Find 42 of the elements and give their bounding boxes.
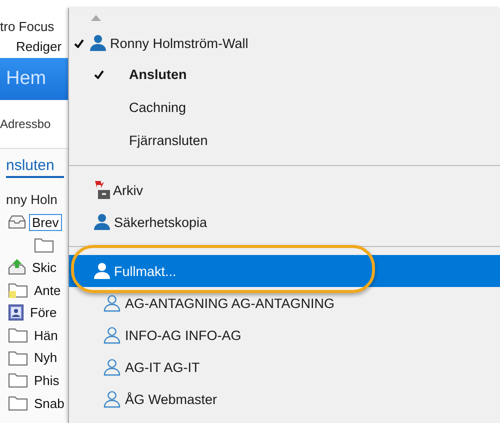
folder-name[interactable]: Phis (31, 372, 62, 389)
user-icon (93, 262, 111, 280)
window-title: tro Focus (0, 18, 56, 34)
user-icon (89, 34, 107, 52)
folder-icon (8, 395, 28, 412)
menu-item[interactable]: Säkerhetskopia (69, 206, 500, 238)
outbox-icon (8, 259, 26, 276)
folder-name[interactable]: Nyh (31, 349, 60, 366)
folder-name[interactable]: Brev (29, 214, 62, 231)
delegate-menu-item[interactable]: ÅG Webmaster (69, 383, 500, 415)
folder-name[interactable]: Hän (31, 326, 61, 344)
user-icon (103, 390, 121, 408)
user-icon (103, 358, 121, 376)
folder-icon (34, 236, 54, 253)
user-icon (93, 213, 111, 231)
toolbar-label: Adressbo (0, 116, 52, 133)
folder-name[interactable]: Skic (29, 258, 60, 276)
status-menu-item[interactable]: Fjärransluten (69, 124, 500, 157)
contacts-icon (8, 304, 24, 322)
user-icon (103, 294, 121, 312)
scroll-up-icon[interactable] (91, 15, 101, 21)
account-menu-item[interactable]: Ronny Holmström-Wall (69, 28, 500, 58)
folder-name[interactable]: Ante (31, 282, 64, 299)
account-name: nny Holn (6, 192, 58, 207)
delegate-menu-item[interactable]: INFO-AG INFO-AG (69, 319, 500, 351)
delegate-menu-item[interactable]: AG-IT AG-IT (69, 351, 500, 383)
inbox-icon (8, 215, 26, 230)
folder-icon (8, 282, 28, 298)
folder-icon (8, 350, 28, 366)
archive-icon (93, 180, 111, 200)
folder-name[interactable]: Före (27, 304, 60, 322)
folder-name[interactable]: Snab (31, 394, 68, 412)
status-menu-item[interactable]: Cachning (69, 91, 500, 124)
menu-item[interactable]: Rediger (0, 34, 68, 58)
menu-item[interactable]: Arkiv (69, 174, 500, 206)
view-tab[interactable]: nsluten (6, 157, 64, 178)
menu-item[interactable]: Fullmakt... (69, 255, 500, 287)
folder-icon (8, 327, 28, 344)
folder-icon (8, 372, 28, 388)
user-icon (103, 326, 121, 344)
status-menu-item[interactable]: Ansluten (69, 58, 500, 91)
delegate-menu-item[interactable]: AG-ANTAGNING AG-ANTAGNING (69, 287, 500, 319)
